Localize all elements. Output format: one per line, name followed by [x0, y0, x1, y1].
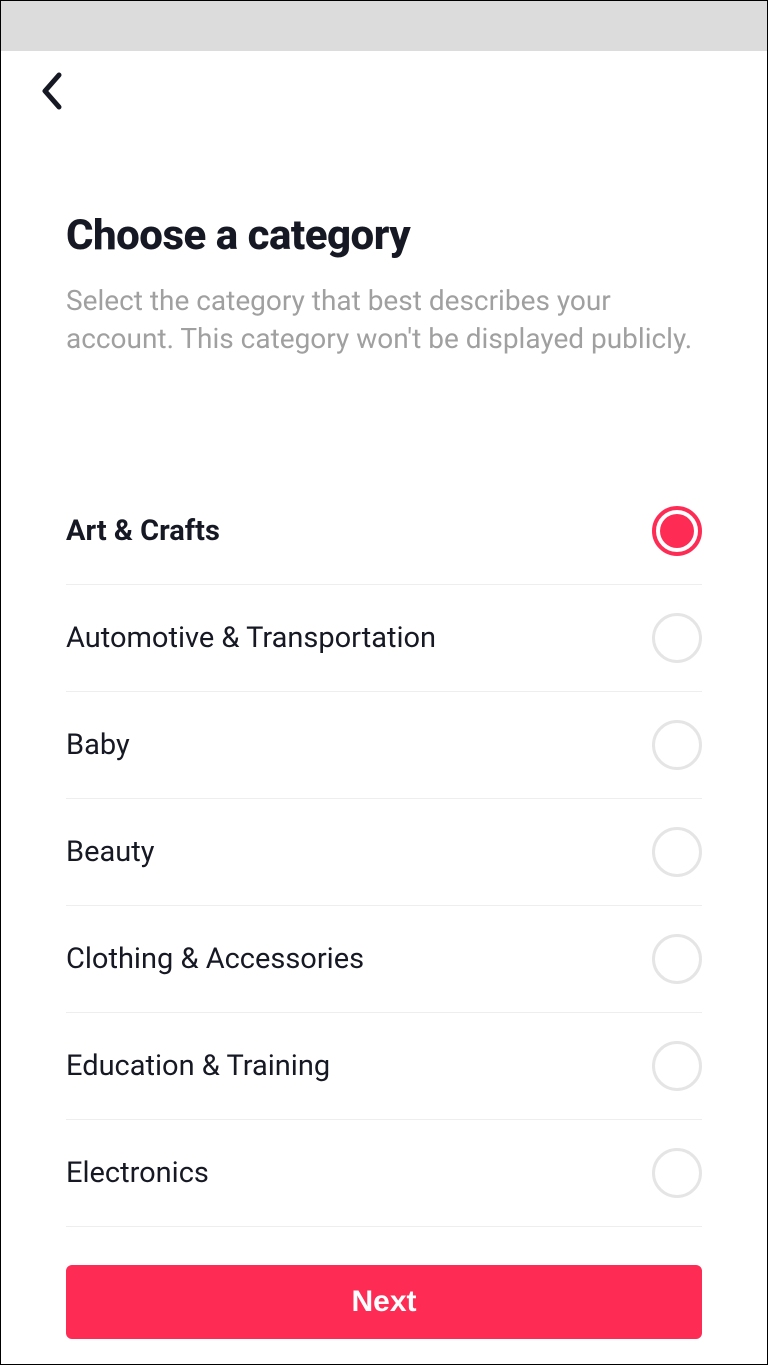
category-label: Education & Training — [66, 1049, 330, 1083]
category-label: Baby — [66, 728, 130, 762]
back-button[interactable] — [31, 71, 71, 111]
radio-button[interactable] — [652, 613, 702, 663]
chevron-left-icon — [39, 71, 63, 111]
next-button[interactable]: Next — [66, 1265, 702, 1339]
category-label: Automotive & Transportation — [66, 621, 436, 655]
category-row[interactable]: Art & Crafts — [66, 478, 702, 585]
category-label: Electronics — [66, 1156, 209, 1190]
radio-button[interactable] — [652, 827, 702, 877]
footer: Next — [1, 1265, 767, 1364]
category-row[interactable]: Electronics — [66, 1120, 702, 1227]
status-bar — [1, 1, 767, 51]
category-list: Art & Crafts Automotive & Transportation B… — [66, 478, 702, 1265]
radio-button[interactable] — [652, 1148, 702, 1198]
radio-button[interactable] — [652, 1041, 702, 1091]
content: Choose a category Select the category th… — [1, 111, 767, 1265]
category-label: Beauty — [66, 835, 154, 869]
category-row[interactable]: Automotive & Transportation — [66, 585, 702, 692]
category-row[interactable]: Beauty — [66, 799, 702, 906]
radio-button[interactable] — [652, 506, 702, 556]
category-label: Art & Crafts — [66, 514, 220, 548]
category-row[interactable]: Baby — [66, 692, 702, 799]
category-row[interactable]: Clothing & Accessories — [66, 906, 702, 1013]
category-row[interactable]: Education & Training — [66, 1013, 702, 1120]
radio-button[interactable] — [652, 934, 702, 984]
radio-button[interactable] — [652, 720, 702, 770]
page-title: Choose a category — [66, 211, 702, 260]
category-label: Clothing & Accessories — [66, 942, 364, 976]
radio-dot-icon — [660, 514, 694, 548]
page-subtitle: Select the category that best describes … — [66, 282, 702, 358]
header — [1, 51, 767, 111]
